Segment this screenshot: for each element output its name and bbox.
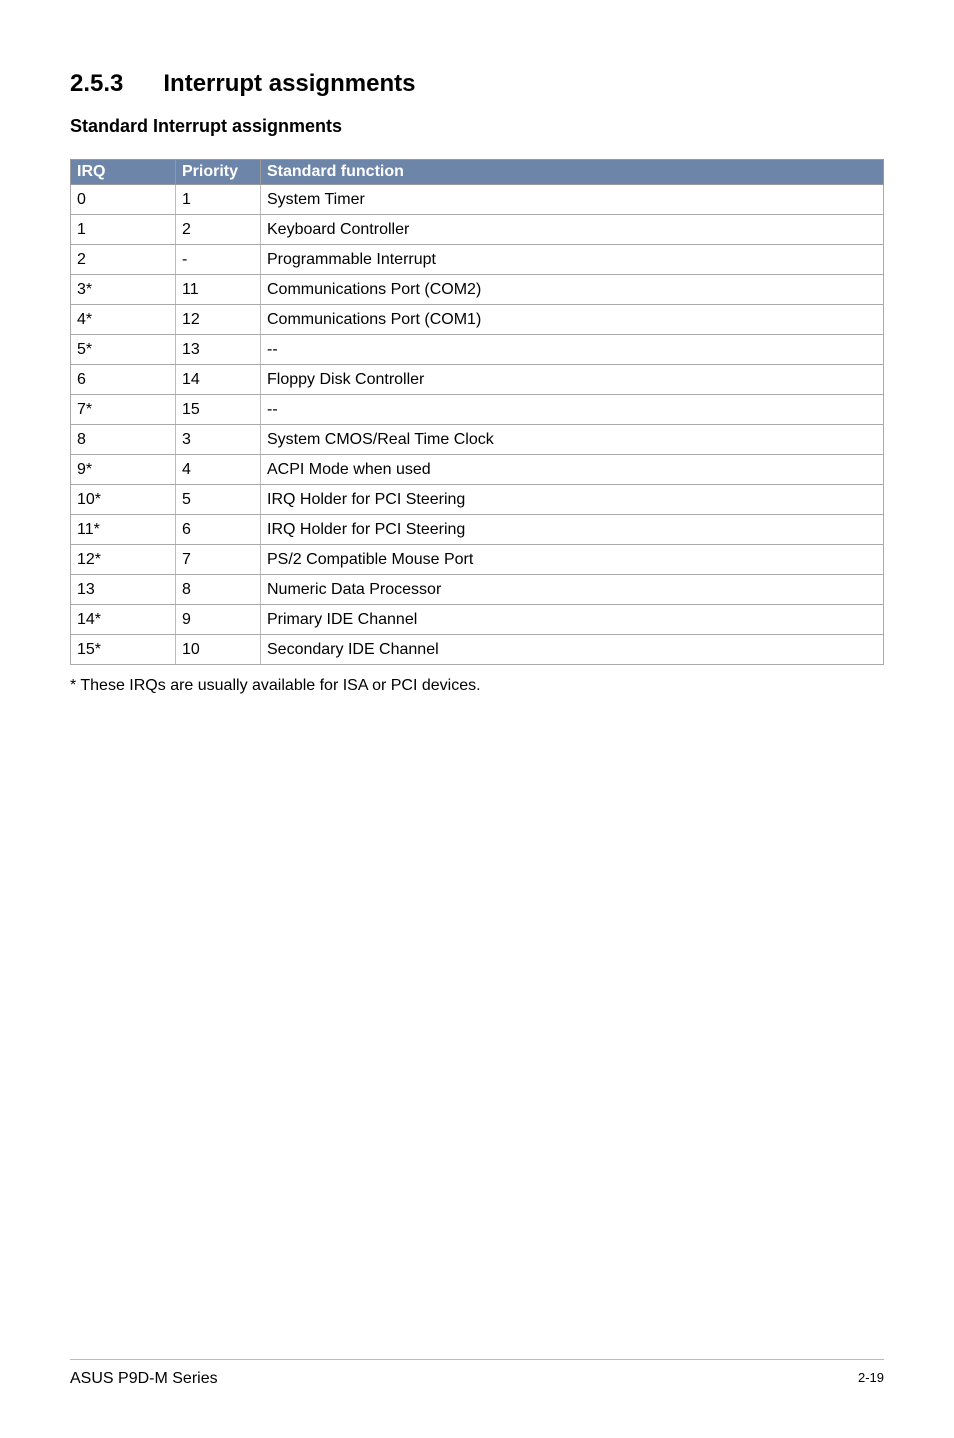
cell-function: Keyboard Controller — [261, 215, 884, 245]
footnote: * These IRQs are usually available for I… — [70, 677, 884, 695]
cell-priority: 14 — [176, 365, 261, 395]
cell-irq: 9* — [71, 455, 176, 485]
cell-irq: 5* — [71, 335, 176, 365]
cell-priority: 6 — [176, 515, 261, 545]
cell-function: -- — [261, 395, 884, 425]
cell-function: Floppy Disk Controller — [261, 365, 884, 395]
table-row: 15*10Secondary IDE Channel — [71, 635, 884, 665]
footer-page-number: 2-19 — [858, 1370, 884, 1388]
cell-irq: 6 — [71, 365, 176, 395]
table-row: 138Numeric Data Processor — [71, 575, 884, 605]
cell-priority: 5 — [176, 485, 261, 515]
cell-function: Numeric Data Processor — [261, 575, 884, 605]
cell-function: PS/2 Compatible Mouse Port — [261, 545, 884, 575]
footer-left: ASUS P9D-M Series — [70, 1370, 218, 1388]
cell-function: Communications Port (COM2) — [261, 275, 884, 305]
section-title: Interrupt assignments — [163, 70, 415, 97]
table-row: 4*12Communications Port (COM1) — [71, 305, 884, 335]
cell-priority: 12 — [176, 305, 261, 335]
cell-irq: 11* — [71, 515, 176, 545]
cell-function: Primary IDE Channel — [261, 605, 884, 635]
table-row: 11*6IRQ Holder for PCI Steering — [71, 515, 884, 545]
cell-irq: 2 — [71, 245, 176, 275]
table-row: 01System Timer — [71, 185, 884, 215]
cell-irq: 1 — [71, 215, 176, 245]
cell-function: System Timer — [261, 185, 884, 215]
table-row: 7*15-- — [71, 395, 884, 425]
cell-priority: 2 — [176, 215, 261, 245]
section-heading: 2.5.3 Interrupt assignments — [70, 70, 884, 98]
cell-irq: 3* — [71, 275, 176, 305]
header-irq: IRQ — [71, 160, 176, 185]
table-row: 5*13-- — [71, 335, 884, 365]
page-footer: ASUS P9D-M Series 2-19 — [70, 1359, 884, 1388]
cell-irq: 14* — [71, 605, 176, 635]
cell-function: -- — [261, 335, 884, 365]
cell-priority: - — [176, 245, 261, 275]
cell-priority: 7 — [176, 545, 261, 575]
cell-priority: 8 — [176, 575, 261, 605]
cell-function: ACPI Mode when used — [261, 455, 884, 485]
table-row: 10*5IRQ Holder for PCI Steering — [71, 485, 884, 515]
cell-irq: 15* — [71, 635, 176, 665]
table-row: 2-Programmable Interrupt — [71, 245, 884, 275]
cell-function: Programmable Interrupt — [261, 245, 884, 275]
cell-irq: 12* — [71, 545, 176, 575]
cell-irq: 10* — [71, 485, 176, 515]
cell-priority: 11 — [176, 275, 261, 305]
cell-function: System CMOS/Real Time Clock — [261, 425, 884, 455]
cell-priority: 3 — [176, 425, 261, 455]
section-number: 2.5.3 — [70, 70, 123, 98]
cell-irq: 13 — [71, 575, 176, 605]
cell-priority: 1 — [176, 185, 261, 215]
table-row: 614Floppy Disk Controller — [71, 365, 884, 395]
cell-priority: 13 — [176, 335, 261, 365]
cell-function: IRQ Holder for PCI Steering — [261, 515, 884, 545]
sub-heading: Standard Interrupt assignments — [70, 116, 884, 137]
irq-table: IRQ Priority Standard function 01System … — [70, 159, 884, 665]
header-function: Standard function — [261, 160, 884, 185]
cell-irq: 8 — [71, 425, 176, 455]
cell-irq: 0 — [71, 185, 176, 215]
cell-function: Secondary IDE Channel — [261, 635, 884, 665]
cell-priority: 10 — [176, 635, 261, 665]
cell-function: IRQ Holder for PCI Steering — [261, 485, 884, 515]
cell-priority: 15 — [176, 395, 261, 425]
table-row: 12Keyboard Controller — [71, 215, 884, 245]
table-row: 14*9Primary IDE Channel — [71, 605, 884, 635]
cell-priority: 4 — [176, 455, 261, 485]
cell-irq: 4* — [71, 305, 176, 335]
header-priority: Priority — [176, 160, 261, 185]
cell-irq: 7* — [71, 395, 176, 425]
table-row: 3*11Communications Port (COM2) — [71, 275, 884, 305]
table-row: 12*7PS/2 Compatible Mouse Port — [71, 545, 884, 575]
cell-function: Communications Port (COM1) — [261, 305, 884, 335]
cell-priority: 9 — [176, 605, 261, 635]
table-row: 83System CMOS/Real Time Clock — [71, 425, 884, 455]
table-header-row: IRQ Priority Standard function — [71, 160, 884, 185]
table-row: 9*4ACPI Mode when used — [71, 455, 884, 485]
